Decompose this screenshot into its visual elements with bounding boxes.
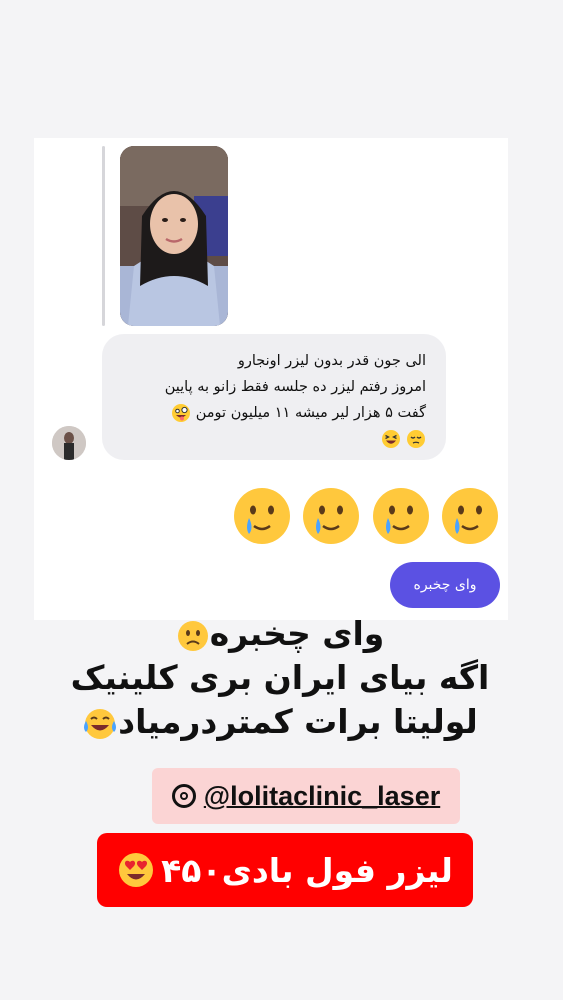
received-message-bubble: الی جون قدر بدون لیزر اونجارو امروز رفتم… [102,334,446,460]
crying-smile-emoji [234,488,290,544]
caption-line: اگه بیای ایران بری کلینیک [70,658,490,697]
zany-face-emoji [172,404,191,422]
story-caption: وای چخبره اگه بیای ایران بری کلینیک لولی… [40,612,520,744]
crying-smile-emoji [372,488,429,544]
crying-smile-emoji [441,488,498,544]
caption-line: وای چخبره [40,612,520,656]
instagram-handle: @lolitaclinic_laser [203,780,441,811]
replied-story-thumbnail[interactable] [120,146,228,326]
reaction-emoji-row [232,486,500,546]
instagram-icon [171,784,196,808]
laughing-face-emoji [382,430,401,448]
sent-message-bubble: وای چخبره [390,562,500,608]
slightly-frowning-face-emoji [177,620,208,651]
message-line [114,426,426,452]
message-line: امروز رفتم لیزر ده جلسه فقط زانو به پایی… [164,379,426,395]
reply-indicator-bar [102,146,105,326]
message-line: گفت ۵ هزار لیر میشه ۱۱ میلیون تومن [114,400,426,426]
instagram-mention-sticker[interactable]: @lolitaclinic_laser [152,768,460,824]
heart-eyes-emoji [119,853,154,887]
promo-text: لیزر فول بادی۴۵۰ [161,850,453,890]
sent-message-text: وای چخبره [413,577,477,593]
tears-of-joy-emoji [84,708,117,739]
promo-banner: لیزر فول بادی۴۵۰ [97,833,473,907]
pensive-face-emoji [407,430,425,448]
crying-smile-emoji [303,488,360,544]
message-line: الی جون قدر بدون لیزر اونجارو [237,353,426,369]
caption-line: لولیتا برات کمتردرمیاد [40,700,520,744]
sender-avatar[interactable] [52,426,86,460]
